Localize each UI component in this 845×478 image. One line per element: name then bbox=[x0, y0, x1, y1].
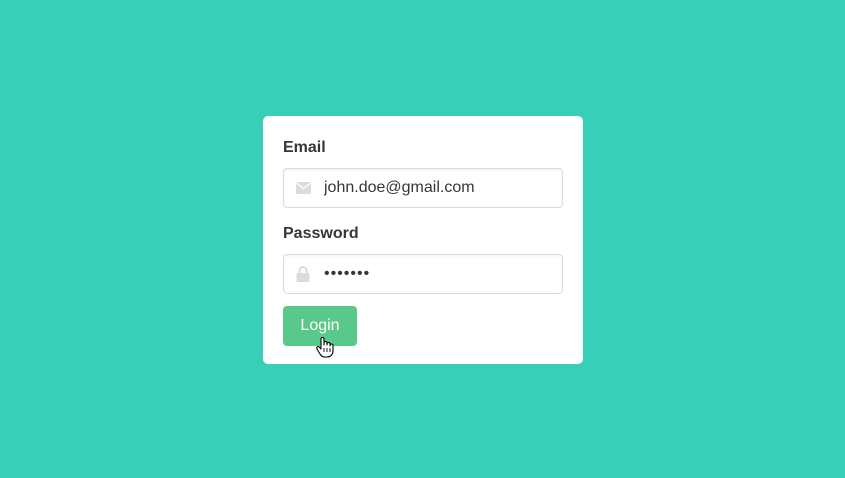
email-field-wrapper[interactable] bbox=[283, 168, 563, 208]
password-field-wrapper[interactable] bbox=[283, 254, 563, 294]
password-label: Password bbox=[283, 225, 359, 242]
hand-pointer-cursor-icon bbox=[316, 337, 334, 358]
email-field[interactable] bbox=[284, 169, 562, 207]
password-field[interactable] bbox=[284, 255, 562, 293]
email-label: Email bbox=[283, 139, 326, 156]
login-card: Email Password Login bbox=[263, 116, 583, 364]
